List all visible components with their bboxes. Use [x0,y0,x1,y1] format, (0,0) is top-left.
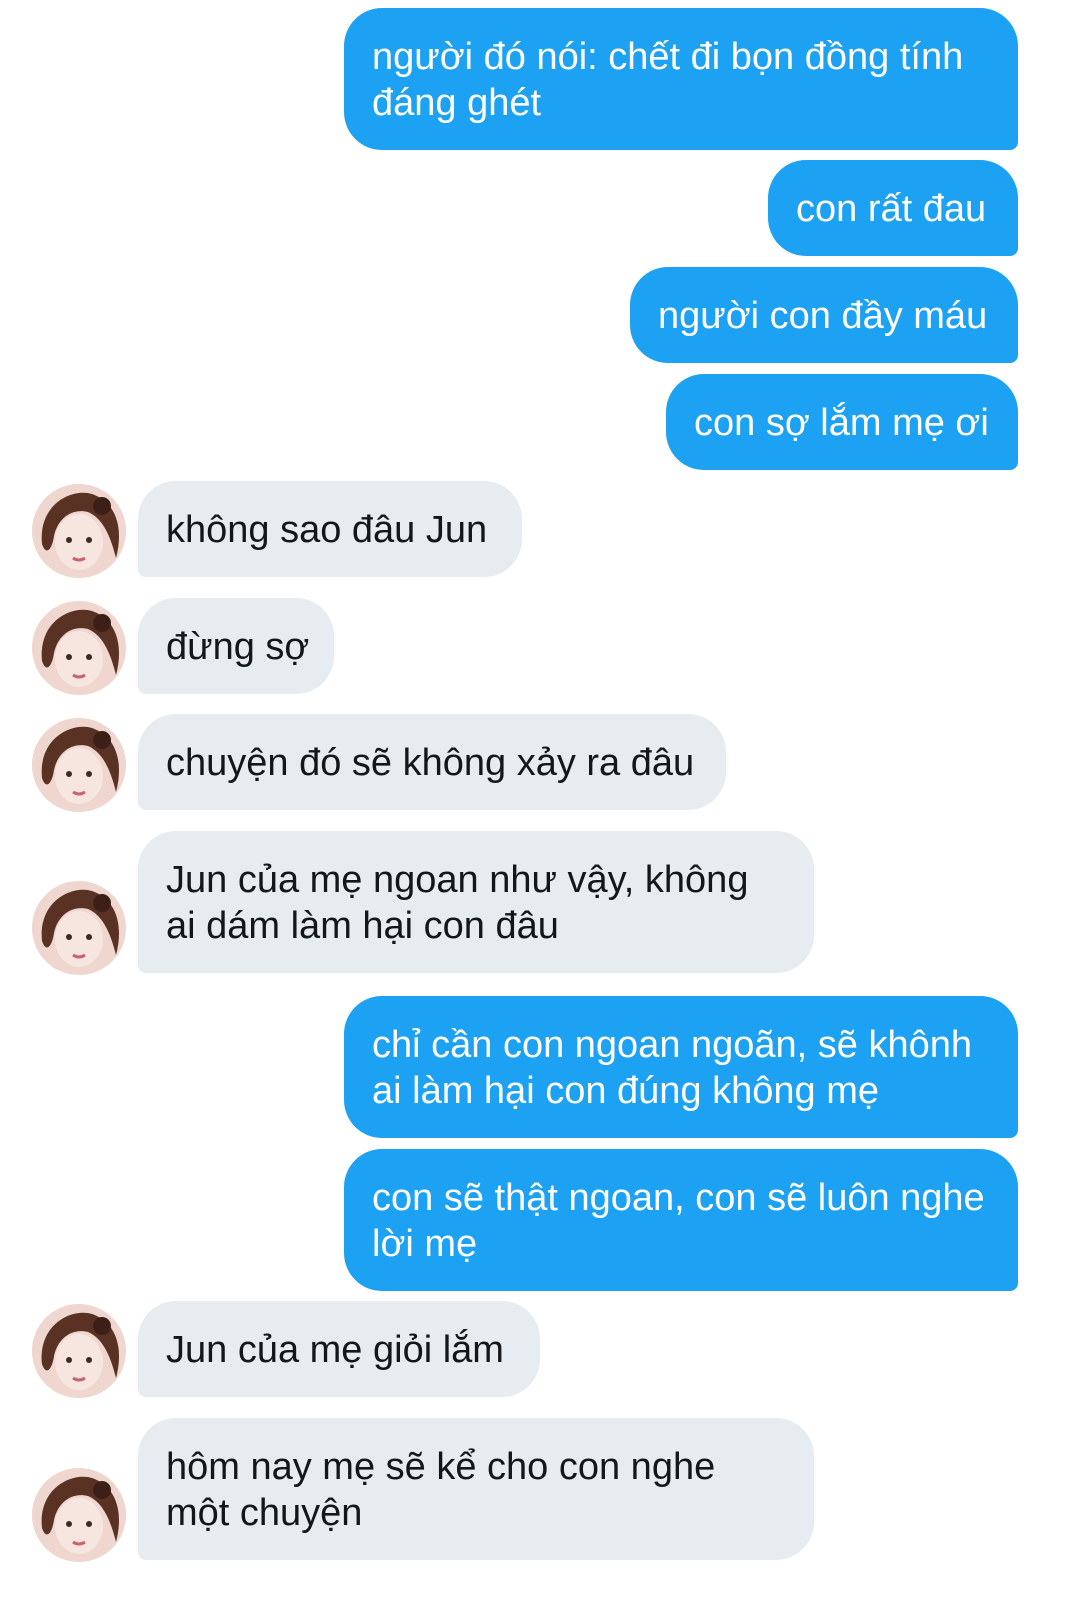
conversation-thread: người đó nói: chết đi bọn đồng tính đáng… [0,0,1080,1618]
message-bubble-incoming[interactable]: hôm nay mẹ sẽ kể cho con nghe một chuyện [138,1418,814,1560]
message-bubble-outgoing[interactable]: người đó nói: chết đi bọn đồng tính đáng… [344,8,1018,150]
message-bubble-outgoing[interactable]: con rất đau [768,160,1018,256]
message-bubble-incoming[interactable]: chuyện đó sẽ không xảy ra đâu [138,714,726,810]
message-bubble-outgoing[interactable]: người con đầy máu [630,267,1018,363]
avatar-icon[interactable] [32,1468,126,1562]
avatar-icon[interactable] [32,1304,126,1398]
avatar-icon[interactable] [32,484,126,578]
message-bubble-incoming[interactable]: đừng sợ [138,598,334,694]
message-bubble-outgoing[interactable]: chỉ cần con ngoan ngoãn, sẽ khônh ai làm… [344,996,1018,1138]
message-bubble-incoming[interactable]: Jun của mẹ giỏi lắm [138,1301,540,1397]
message-bubble-outgoing[interactable]: con sẽ thật ngoan, con sẽ luôn nghe lời … [344,1149,1018,1291]
avatar-icon[interactable] [32,881,126,975]
avatar-icon[interactable] [32,718,126,812]
message-bubble-incoming[interactable]: không sao đâu Jun [138,481,522,577]
message-bubble-incoming[interactable]: Jun của mẹ ngoan như vậy, không ai dám l… [138,831,814,973]
message-bubble-outgoing[interactable]: con sợ lắm mẹ ơi [666,374,1018,470]
avatar-icon[interactable] [32,601,126,695]
